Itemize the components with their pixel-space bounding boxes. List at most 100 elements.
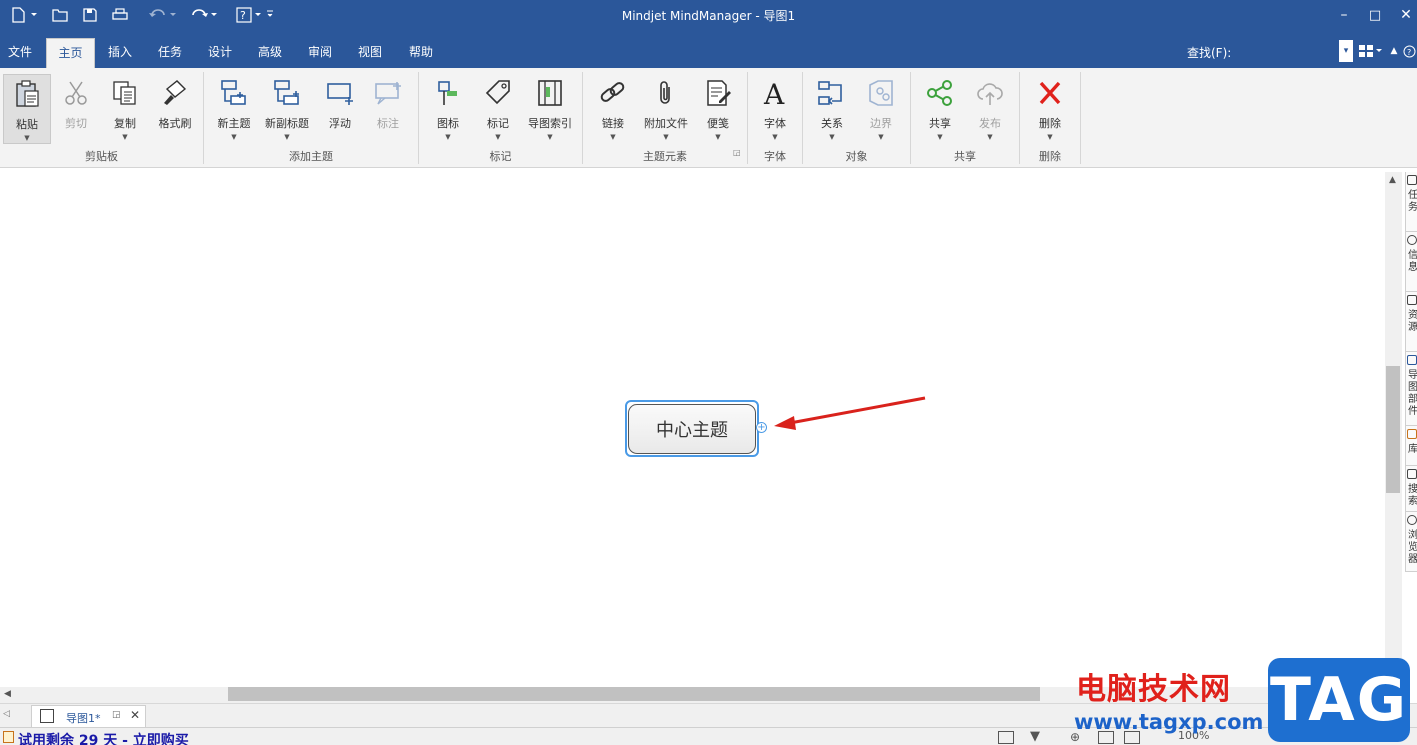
tab-scroll-left-icon[interactable]: ◁ <box>3 709 10 719</box>
tab-review[interactable]: 审阅 <box>300 38 340 68</box>
tab-float-icon[interactable]: ◲ <box>112 710 121 720</box>
horizontal-scroll-thumb[interactable] <box>228 687 1040 701</box>
side-panel-tasks[interactable]: 任务 <box>1406 172 1417 232</box>
side-panel-browser[interactable]: 浏览器 <box>1406 512 1417 572</box>
publish-button[interactable]: 发布 ▼ <box>970 74 1010 144</box>
group-delete-label: 删除 <box>1039 150 1061 163</box>
window-title: Mindjet MindManager - 导图1 <box>621 9 796 23</box>
tab-close-icon[interactable]: ✕ <box>130 708 140 722</box>
ribbon-tabs: 文件 主页 插入 任务 设计 高级 审阅 视图 帮助 查找(F): ▾ ▲ ? <box>0 30 1417 68</box>
layout-options-icon[interactable] <box>1356 40 1384 62</box>
delete-button[interactable]: 删除 ▼ <box>1030 74 1070 144</box>
callout-button[interactable]: 标注 <box>368 74 408 144</box>
svg-text:?: ? <box>1407 48 1411 57</box>
copy-button[interactable]: 复制 ▼ <box>104 74 146 144</box>
delete-x-icon <box>1034 77 1066 109</box>
red-arrow-annotation <box>774 396 926 430</box>
filter-icon[interactable]: ▼ <box>1030 729 1040 744</box>
library-icon <box>1407 429 1417 439</box>
paste-icon <box>11 78 43 110</box>
side-panel: 任务 信息 资源 导图部件 库 搜索 浏览器 <box>1405 172 1417 572</box>
search-icon <box>1407 469 1417 479</box>
group-markers-label: 标记 <box>489 150 512 163</box>
side-panel-library[interactable]: 库 <box>1406 426 1417 466</box>
attach-file-button[interactable]: 附加文件 ▼ <box>640 74 692 144</box>
find-dropdown-icon[interactable]: ▾ <box>1339 40 1353 62</box>
side-panel-info[interactable]: 信息 <box>1406 232 1417 292</box>
map-document-icon <box>40 709 54 723</box>
info-icon <box>1407 235 1417 245</box>
notes-button[interactable]: 便笺 ▼ <box>698 74 738 144</box>
new-topic-button[interactable]: 新主题 ▼ <box>212 74 256 144</box>
callout-icon <box>372 77 404 109</box>
tag-button[interactable]: 标记 ▼ <box>478 74 518 144</box>
format-painter-button[interactable]: 格式刷 <box>153 74 197 144</box>
map-index-button[interactable]: 导图索引 ▼ <box>524 74 576 144</box>
tab-design[interactable]: 设计 <box>200 38 240 68</box>
share-icon <box>924 77 956 109</box>
tab-insert[interactable]: 插入 <box>100 38 140 68</box>
tab-advanced[interactable]: 高级 <box>250 38 290 68</box>
side-panel-search[interactable]: 搜索 <box>1406 466 1417 512</box>
vertical-scroll-thumb[interactable] <box>1386 366 1400 493</box>
ribbon-collapse-icon[interactable]: ▲ <box>1388 40 1400 62</box>
link-icon <box>597 77 629 109</box>
tab-help[interactable]: 帮助 <box>400 38 442 68</box>
group-objects-label: 对象 <box>845 150 868 163</box>
new-subtopic-button[interactable]: 新副标题 ▼ <box>262 74 312 144</box>
scroll-up-icon[interactable]: ▲ <box>1389 175 1396 185</box>
tab-home[interactable]: 主页 <box>46 38 95 68</box>
boundary-button[interactable]: 边界 ▼ <box>861 74 901 144</box>
group-separator <box>1080 72 1081 164</box>
tab-file[interactable]: 文件 <box>0 38 40 68</box>
tag-icon <box>482 77 514 109</box>
trial-notice-icon <box>3 731 14 743</box>
marker-button[interactable]: 图标 ▼ <box>428 74 468 144</box>
floating-topic-button[interactable]: 浮动 <box>320 74 360 144</box>
group-font-label: 字体 <box>764 150 786 163</box>
browser-icon <box>1407 515 1417 525</box>
side-panel-resources[interactable]: 资源 <box>1406 292 1417 352</box>
tab-tasks[interactable]: 任务 <box>150 38 190 68</box>
marker-icon <box>432 77 464 109</box>
dialog-launcher-icon[interactable]: ◲ <box>733 148 741 157</box>
tasks-icon <box>1407 175 1417 185</box>
tab-view[interactable]: 视图 <box>350 38 390 68</box>
floating-topic-icon <box>324 77 356 109</box>
help-circle-icon[interactable]: ? <box>1402 40 1416 62</box>
new-subtopic-icon <box>271 77 303 109</box>
find-input[interactable] <box>1230 42 1334 62</box>
side-panel-map-parts[interactable]: 导图部件 <box>1406 352 1417 426</box>
copy-icon <box>109 77 141 109</box>
paperclip-icon <box>650 77 682 109</box>
cut-button[interactable]: 剪切 <box>56 74 96 144</box>
paste-button[interactable]: 粘贴 ▼ <box>3 74 51 144</box>
trial-buy-link[interactable]: 试用剩余 29 天 - 立即购买 <box>18 730 189 745</box>
document-tab-label: 导图1* <box>66 712 101 725</box>
find-label: 查找(F): <box>1187 46 1232 60</box>
link-button[interactable]: 链接 ▼ <box>593 74 633 144</box>
close-button[interactable]: ✕ <box>1386 0 1417 30</box>
group-clipboard-label: 剪贴板 <box>85 150 118 163</box>
svg-text:A: A <box>763 78 785 108</box>
share-button[interactable]: 共享 ▼ <box>920 74 960 144</box>
relationship-button[interactable]: 关系 ▼ <box>812 74 852 144</box>
scroll-left-icon[interactable]: ◀ <box>4 689 11 699</box>
watermark-logo: TAG <box>1268 658 1410 742</box>
view-mode-icon[interactable] <box>998 731 1014 744</box>
new-topic-icon <box>218 77 250 109</box>
scissors-icon <box>60 77 92 109</box>
document-tab[interactable]: 导图1* ◲ ✕ <box>31 705 146 727</box>
font-button[interactable]: A 字体 ▼ <box>755 74 795 144</box>
group-topic-elements-label: 主题元素 <box>643 150 687 163</box>
font-icon: A <box>759 77 791 109</box>
title-bar: ? Mindjet MindManager - 导图1 – □ ✕ <box>0 0 1417 30</box>
app-window: ? Mindjet MindManager - 导图1 – □ ✕ 文件 主页 … <box>0 0 1417 745</box>
resources-icon <box>1407 295 1417 305</box>
group-add-topic-label: 添加主题 <box>289 150 333 163</box>
central-topic[interactable]: 中心主题 <box>628 404 756 454</box>
boundary-icon <box>865 77 897 109</box>
ribbon-home: 粘贴 ▼ 剪切 复制 ▼ 格式刷 剪贴板 新主题 ▼ 新副标题 ▼ 浮动 标注 … <box>0 68 1417 168</box>
map-index-icon <box>534 77 566 109</box>
group-share-label: 共享 <box>954 150 976 163</box>
